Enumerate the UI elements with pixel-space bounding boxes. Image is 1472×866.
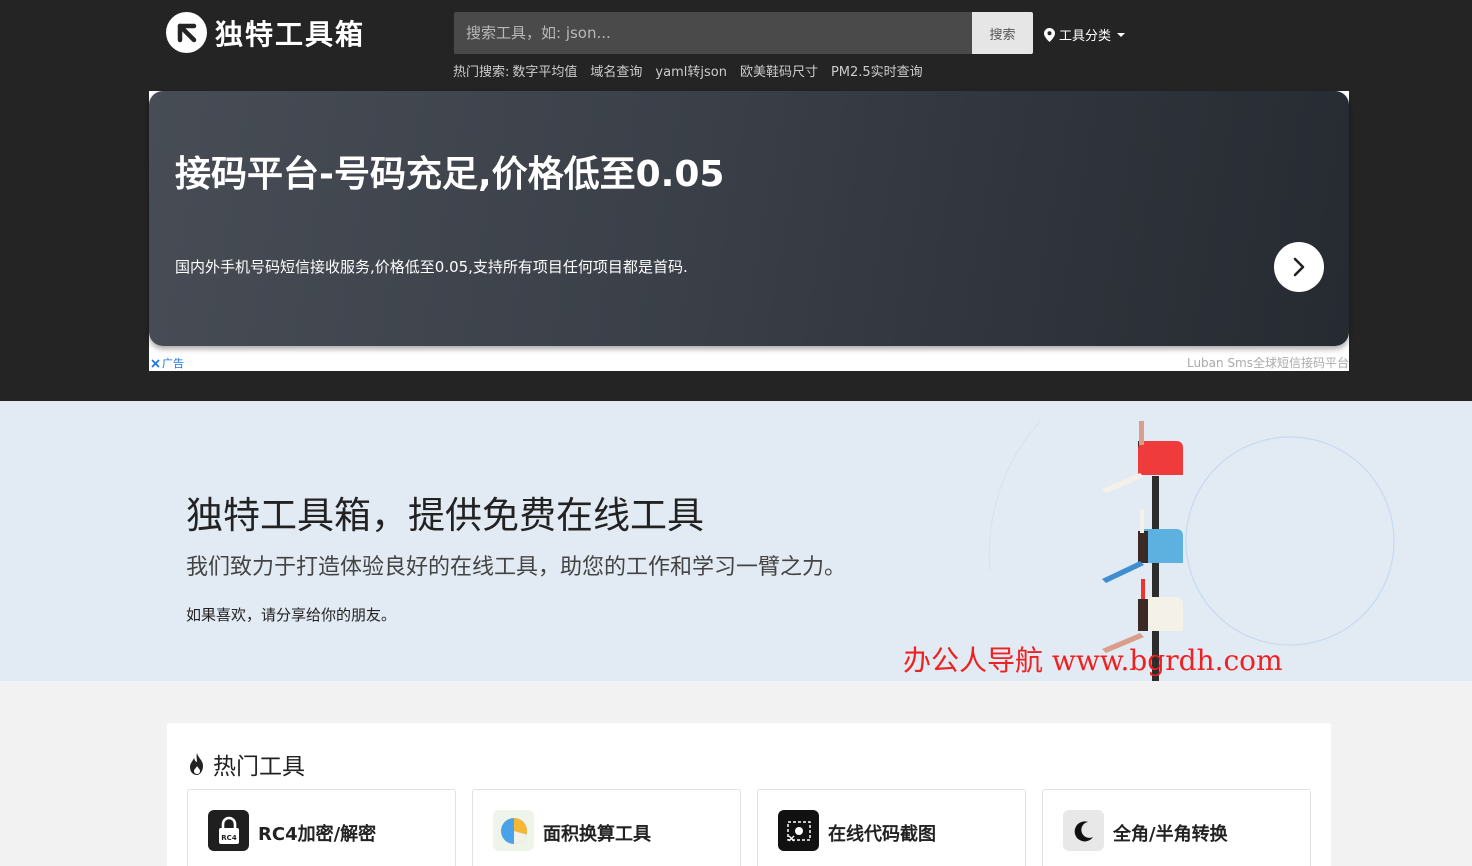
lock-rc4-icon: RC4 <box>208 810 249 851</box>
search-button[interactable]: 搜索 <box>972 12 1033 54</box>
pie-chart-icon <box>493 810 534 851</box>
ad-title: 接码平台-号码充足,价格低至0.05 <box>175 154 725 195</box>
ad-next-button[interactable] <box>1274 242 1324 292</box>
hot-search-link[interactable]: PM2.5实时查询 <box>831 61 923 80</box>
tool-card[interactable]: 面积换算工具 <box>472 789 741 866</box>
hot-search-link[interactable]: 欧美鞋码尺寸 <box>740 61 818 80</box>
tool-name: 面积换算工具 <box>543 824 651 845</box>
ad-source[interactable]: Luban Sms全球短信接码平台 <box>1187 354 1349 371</box>
site-logo[interactable]: 独特工具箱 <box>166 12 365 53</box>
hot-search-link[interactable]: 域名查询 <box>590 61 642 80</box>
tool-name: 在线代码截图 <box>828 824 936 845</box>
site-header: 独特工具箱 搜索 工具分类 热门搜索: 数字平均值 域名查询 yaml转json… <box>0 0 1472 401</box>
ad-tag-label: 广告 <box>162 357 184 370</box>
category-label: 工具分类 <box>1059 29 1112 44</box>
hot-tools-panel: 热门工具 RC4 RC4加密/解密 面积换算工具 在线代码截图 全角/半角转换 <box>167 723 1331 866</box>
hero-title: 独特工具箱，提供免费在线工具 <box>186 494 704 537</box>
fire-icon <box>190 753 203 775</box>
hot-search-link[interactable]: 数字平均值 <box>512 61 577 80</box>
hero-share-text: 如果喜欢，请分享给你的朋友。 <box>186 606 397 624</box>
tool-card[interactable]: 在线代码截图 <box>757 789 1026 866</box>
hot-tools-heading: 热门工具 <box>187 747 305 781</box>
chevron-right-icon <box>1293 257 1305 277</box>
tool-name: 全角/半角转换 <box>1113 824 1228 845</box>
hot-search-bar: 热门搜索: 数字平均值 域名查询 yaml转json 欧美鞋码尺寸 PM2.5实… <box>453 61 923 80</box>
tool-card[interactable]: 全角/半角转换 <box>1042 789 1311 866</box>
watermark-text: 办公人导航 www.bgrdh.com <box>903 644 1283 677</box>
ad-description: 国内外手机号码短信接收服务,价格低至0.05,支持所有项目任何项目都是首码. <box>175 258 688 276</box>
site-name: 独特工具箱 <box>215 17 366 51</box>
screenshot-icon <box>778 810 819 851</box>
tool-card[interactable]: RC4 RC4加密/解密 <box>187 789 456 866</box>
tool-category-dropdown[interactable]: 工具分类 <box>1044 25 1126 44</box>
ad-card[interactable]: 接码平台-号码充足,价格低至0.05 国内外手机号码短信接收服务,价格低至0.0… <box>149 91 1349 346</box>
hot-search-link[interactable]: yaml转json <box>655 61 727 80</box>
logo-icon <box>166 12 207 53</box>
svg-text:RC4: RC4 <box>221 834 237 842</box>
moon-icon <box>1063 810 1104 851</box>
search-input[interactable] <box>454 12 972 54</box>
hot-tools-title: 热门工具 <box>213 754 305 780</box>
hot-search-label: 热门搜索: <box>453 65 510 80</box>
tool-name: RC4加密/解密 <box>258 824 377 845</box>
ad-tag[interactable]: 广告 <box>151 355 184 371</box>
close-icon[interactable] <box>151 358 160 368</box>
caret-down-icon <box>1117 32 1126 37</box>
hero-section: 独特工具箱，提供免费在线工具 我们致力于打造体验良好的在线工具，助您的工作和学习… <box>0 401 1472 681</box>
ad-banner[interactable]: 接码平台-号码充足,价格低至0.05 国内外手机号码短信接收服务,价格低至0.0… <box>149 91 1349 371</box>
hero-subtitle: 我们致力于打造体验良好的在线工具，助您的工作和学习一臂之力。 <box>186 555 847 580</box>
location-pin-icon <box>1044 27 1055 42</box>
